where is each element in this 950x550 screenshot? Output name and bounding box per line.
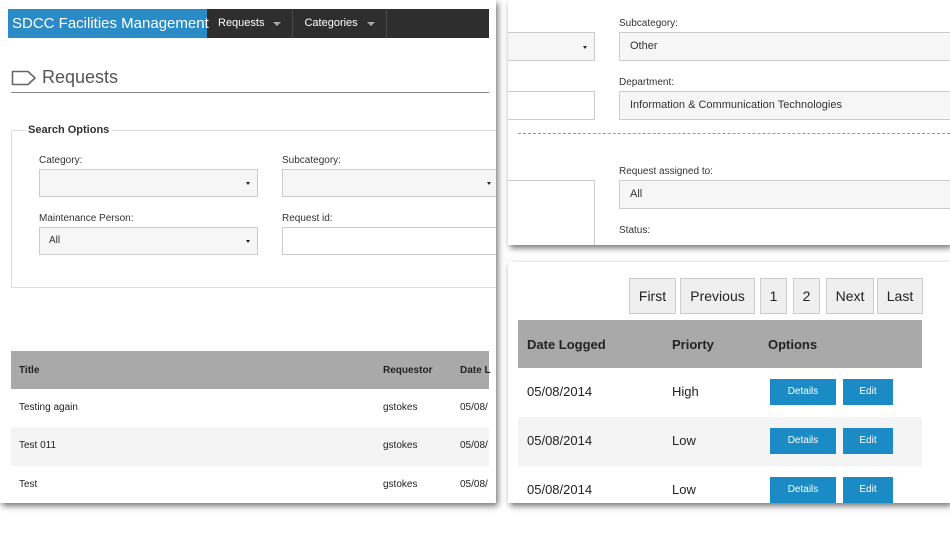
cell-requestor: gstokes [383, 440, 418, 451]
request-id-label: Request id: [282, 213, 333, 224]
cell-priority: Low [672, 433, 696, 448]
cell-priority: Low [672, 482, 696, 497]
request-assigned-select[interactable]: All [619, 180, 950, 209]
requests-table-header: Title Requestor Date L [11, 351, 491, 389]
requests-list-panel: SDCC Facilities Management Requests Cate… [0, 0, 496, 503]
pagination-next-button[interactable]: Next [826, 278, 874, 314]
page-header: Requests [11, 67, 118, 88]
cell-date-logged: 05/08/2014 [527, 384, 593, 399]
department-label: Department: [619, 77, 675, 88]
section-divider [518, 133, 950, 134]
edit-button[interactable]: Edit [843, 477, 893, 503]
nav-categories-label: Categories [304, 17, 358, 29]
top-navbar: SDCC Facilities Management Requests Cate… [8, 9, 489, 38]
cell-requestor: gstokes [383, 402, 418, 413]
column-header-requestor[interactable]: Requestor [383, 365, 432, 376]
caret-down-icon [366, 21, 375, 26]
details-button[interactable]: Details [770, 428, 836, 454]
caret-down-icon [273, 21, 282, 26]
category-select-partial[interactable] [508, 32, 595, 61]
cell-priority: High [672, 384, 699, 399]
edit-button[interactable]: Edit [843, 379, 893, 405]
cell-title: Test 011 [19, 440, 57, 451]
dropdown-arrow-icon [246, 240, 250, 243]
pagination-page-2-button[interactable]: 2 [793, 278, 820, 314]
table-row: 05/08/2014 High Details Edit [518, 368, 922, 417]
results-table-panel: First Previous 1 2 Next Last Date Logged… [508, 262, 950, 503]
column-header-priority[interactable]: Priorty [672, 337, 714, 352]
results-table-header: Date Logged Priorty Options [518, 320, 922, 368]
maintenance-person-label: Maintenance Person: [39, 213, 134, 224]
category-label: Category: [39, 155, 83, 166]
cell-date-logged: 05/08/ [460, 440, 488, 451]
tag-icon [11, 70, 36, 85]
details-button[interactable]: Details [770, 477, 836, 503]
request-id-input[interactable] [282, 227, 496, 255]
request-id-input-partial[interactable] [508, 91, 595, 120]
table-row[interactable]: Test gstokes 05/08/ [11, 466, 489, 503]
pagination-last-button[interactable]: Last [877, 278, 923, 314]
table-row: 05/08/2014 Low Details Edit [518, 417, 922, 466]
cell-date-logged: 05/08/2014 [527, 482, 593, 497]
textarea-partial[interactable] [508, 180, 595, 245]
dropdown-arrow-icon [246, 182, 250, 185]
cell-requestor: gstokes [383, 479, 418, 490]
table-row[interactable]: Testing again gstokes 05/08/ [11, 389, 489, 428]
category-select[interactable] [39, 169, 258, 197]
column-header-title[interactable]: Title [19, 365, 39, 376]
cell-date-logged: 05/08/2014 [527, 433, 593, 448]
column-header-date-logged[interactable]: Date Logged [527, 337, 606, 352]
dropdown-arrow-icon [487, 182, 491, 185]
nav-requests-label: Requests [218, 17, 265, 29]
cell-date-logged: 05/08/ [460, 479, 488, 490]
subcategory-label: Subcategory: [619, 18, 678, 29]
subcategory-select[interactable]: Other [619, 32, 950, 61]
subcategory-select[interactable] [282, 169, 496, 197]
status-label: Status: [619, 225, 651, 236]
column-header-date-logged[interactable]: Date L [460, 365, 491, 376]
column-header-options: Options [768, 337, 818, 352]
edit-button[interactable]: Edit [843, 428, 893, 454]
dropdown-arrow-icon [583, 46, 587, 49]
pagination-first-button[interactable]: First [629, 278, 676, 314]
pagination-previous-button[interactable]: Previous [680, 278, 755, 314]
page-title: Requests [42, 67, 119, 87]
department-select[interactable]: Information & Communication Technologies [619, 91, 950, 120]
cell-date-logged: 05/08/ [460, 402, 488, 413]
details-button[interactable]: Details [770, 379, 836, 405]
maintenance-person-value: All [49, 235, 61, 246]
brand-link[interactable]: SDCC Facilities Management [8, 9, 209, 38]
nav-categories-menu[interactable]: Categories [293, 9, 387, 38]
table-row[interactable]: Test 011 gstokes 05/08/ [11, 427, 489, 466]
search-options-legend: Search Options [25, 124, 113, 136]
nav-requests-menu[interactable]: Requests [207, 9, 294, 38]
cell-title: Test [19, 479, 38, 490]
search-filters-panel: Subcategory: Other Department: Informati… [508, 0, 950, 245]
cell-title: Testing again [19, 402, 78, 413]
table-row: 05/08/2014 Low Details Edit [518, 466, 922, 503]
search-options-fieldset [11, 130, 496, 288]
subcategory-label: Subcategory: [282, 155, 341, 166]
request-assigned-label: Request assigned to: [619, 166, 713, 177]
header-divider [11, 92, 489, 93]
pagination-page-1-button[interactable]: 1 [760, 278, 787, 314]
maintenance-person-select[interactable]: All [39, 227, 258, 255]
